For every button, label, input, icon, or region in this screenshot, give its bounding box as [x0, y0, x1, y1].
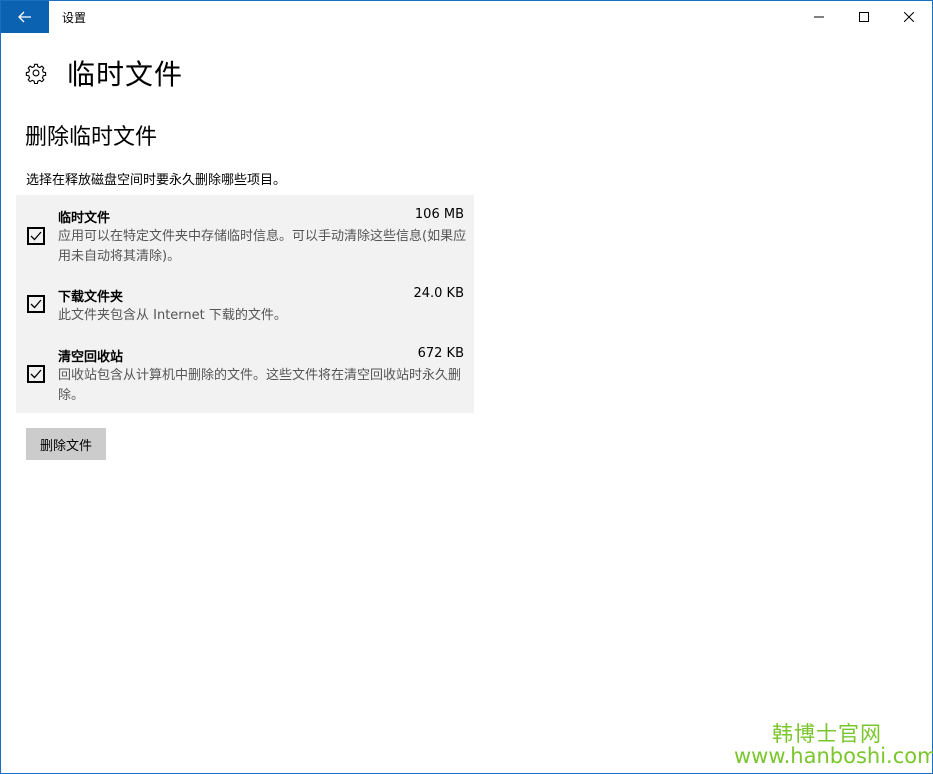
item-name: 下载文件夹 — [58, 290, 124, 305]
temp-files-checkbox[interactable] — [27, 227, 45, 245]
title-bar: 设置 — [1, 1, 932, 33]
section-title: 删除临时文件 — [25, 125, 158, 150]
window-title: 设置 — [62, 11, 87, 25]
close-icon — [904, 12, 914, 22]
recycle-bin-checkbox[interactable] — [27, 365, 45, 383]
item-description: 此文件夹包含从 Internet 下载的文件。 — [58, 308, 287, 323]
maximize-button[interactable] — [841, 1, 887, 33]
item-size: 24.0 KB — [413, 286, 464, 301]
section-description: 选择在释放磁盘空间时要永久删除哪些项目。 — [26, 173, 287, 188]
back-arrow-icon — [18, 11, 31, 23]
item-description: 回收站包含从计算机中删除的文件。这些文件将在清空回收站时永久删除。 — [58, 368, 462, 403]
checkmark-icon — [30, 299, 42, 309]
item-size: 106 MB — [414, 207, 464, 222]
page-title: 临时文件 — [67, 58, 184, 91]
checkmark-icon — [30, 231, 42, 241]
temp-file-list: 临时文件 106 MB 应用可以在特定文件夹中存储临时信息。可以手动清除这些信息… — [16, 195, 474, 413]
delete-files-button[interactable]: 删除文件 — [26, 428, 106, 460]
watermark-url: www.hanboshi.com — [734, 744, 933, 768]
item-description: 应用可以在特定文件夹中存储临时信息。可以手动清除这些信息(如果应用未自动将其清除… — [58, 229, 467, 264]
minimize-button[interactable] — [796, 1, 842, 33]
minimize-icon — [814, 16, 824, 18]
item-size: 672 KB — [417, 346, 464, 361]
item-name: 清空回收站 — [58, 350, 124, 365]
gear-icon — [25, 63, 47, 84]
back-button[interactable] — [1, 1, 49, 33]
maximize-icon — [859, 12, 869, 22]
page-header: 临时文件 — [25, 55, 183, 91]
checkmark-icon — [30, 369, 42, 379]
close-button[interactable] — [886, 1, 932, 33]
downloads-checkbox[interactable] — [27, 295, 45, 313]
item-name: 临时文件 — [58, 211, 111, 226]
settings-window: 设置 临时文件 删除临时文件 选择在释放磁盘空间时要永久删除哪些项目。 临时文件… — [0, 0, 933, 774]
